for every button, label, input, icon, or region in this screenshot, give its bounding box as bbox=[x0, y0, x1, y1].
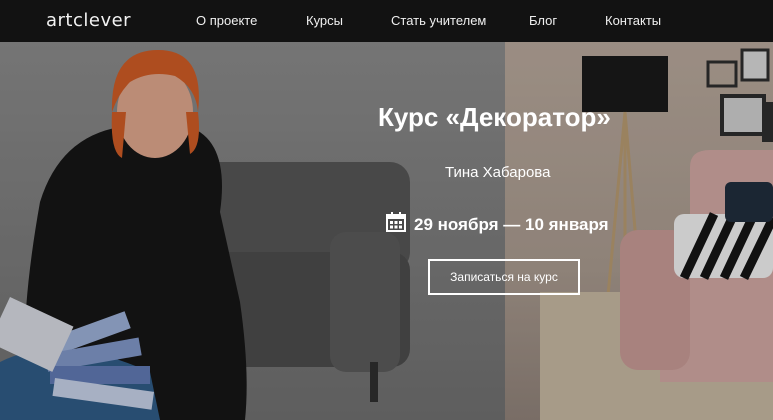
nav-link-about[interactable]: О проекте bbox=[196, 13, 257, 28]
enroll-button[interactable]: Записаться на курс bbox=[428, 259, 580, 295]
calendar-icon bbox=[386, 212, 406, 237]
course-dates-text: 29 ноября — 10 января bbox=[414, 214, 609, 234]
course-title: Курс «Декоратор» bbox=[378, 102, 611, 132]
nav-link-blog[interactable]: Блог bbox=[529, 13, 557, 28]
nav-link-become-teacher[interactable]: Стать учителем bbox=[391, 13, 486, 28]
course-dates: 29 ноября — 10 января bbox=[386, 212, 609, 237]
site-logo[interactable]: artclever bbox=[46, 10, 131, 31]
top-navbar: artclever О проекте Курсы Стать учителем… bbox=[0, 0, 773, 42]
nav-link-courses[interactable]: Курсы bbox=[306, 13, 343, 28]
hero-section: Курс «Декоратор» Тина Хабарова 29 ноября… bbox=[0, 42, 773, 420]
nav-link-contacts[interactable]: Контакты bbox=[605, 13, 661, 28]
course-author: Тина Хабарова bbox=[445, 164, 551, 181]
